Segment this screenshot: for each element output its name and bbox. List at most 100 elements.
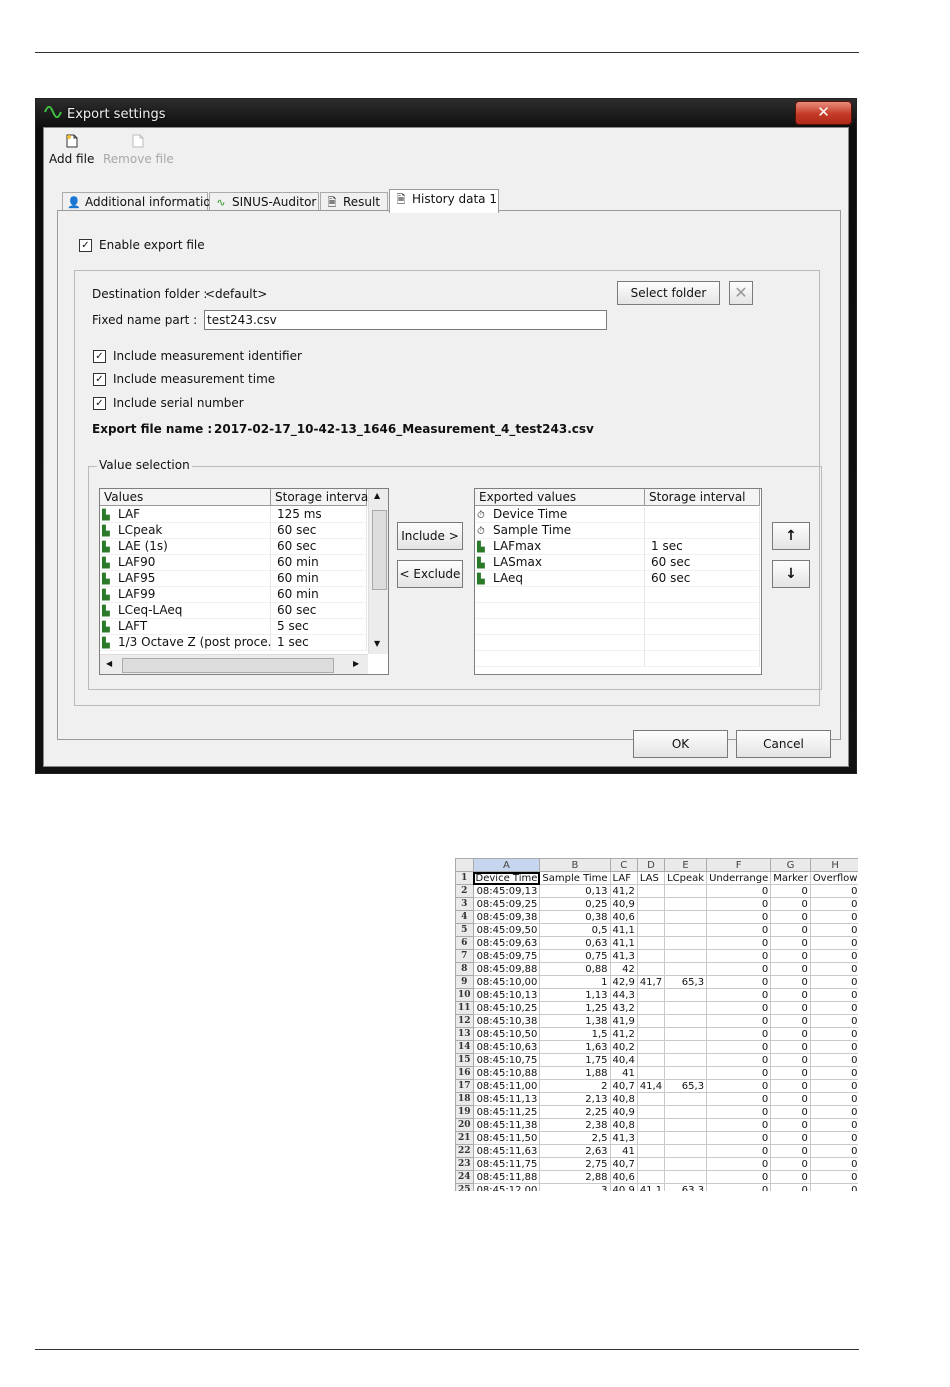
- ok-button[interactable]: OK: [633, 730, 728, 758]
- column-letter-header[interactable]: H: [809, 858, 858, 872]
- data-cell[interactable]: 40,7: [609, 1157, 638, 1171]
- data-cell[interactable]: 08:45:11,63: [472, 1144, 541, 1158]
- enable-export-checkbox[interactable]: ✓ Enable export file: [79, 238, 205, 252]
- data-cell[interactable]: 0: [770, 988, 811, 1002]
- data-cell[interactable]: 0: [809, 1053, 858, 1067]
- data-cell[interactable]: 08:45:10,63: [472, 1040, 541, 1054]
- column-letter-header[interactable]: B: [539, 858, 611, 872]
- row-number[interactable]: 12: [455, 1014, 474, 1028]
- data-cell[interactable]: [636, 1144, 666, 1158]
- exported-values-grid[interactable]: Exported values Storage interval ⏱ Device…: [474, 488, 762, 675]
- vertical-scrollbar[interactable]: ▲ ▼: [368, 489, 388, 654]
- header-cell[interactable]: Marker: [770, 871, 811, 885]
- data-cell[interactable]: 0: [770, 1014, 811, 1028]
- data-cell[interactable]: 08:45:09,88: [472, 962, 541, 976]
- checkbox-box[interactable]: ✓: [93, 396, 106, 410]
- data-cell[interactable]: [664, 1157, 708, 1171]
- data-cell[interactable]: 0: [770, 1079, 811, 1093]
- data-cell[interactable]: 08:45:09,13: [472, 884, 541, 898]
- header-cell[interactable]: Device Time: [472, 871, 541, 885]
- value-row[interactable]: ▙ LAF95 60 min: [100, 571, 367, 587]
- interval-column-header[interactable]: Storage interval: [271, 489, 372, 506]
- data-cell[interactable]: [664, 936, 708, 950]
- data-cell[interactable]: 41: [609, 1066, 638, 1080]
- data-cell[interactable]: [664, 988, 708, 1002]
- data-cell[interactable]: 0: [770, 1131, 811, 1145]
- column-letter-header[interactable]: F: [706, 858, 772, 872]
- data-cell[interactable]: 0: [706, 1157, 772, 1171]
- data-cell[interactable]: 08:45:09,75: [472, 949, 541, 963]
- data-cell[interactable]: 0: [770, 1053, 811, 1067]
- checkbox-box[interactable]: ✓: [79, 238, 92, 252]
- row-number[interactable]: 6: [455, 936, 474, 950]
- data-cell[interactable]: [664, 1053, 708, 1067]
- data-cell[interactable]: 41,3: [609, 949, 638, 963]
- data-cell[interactable]: 1,13: [539, 988, 611, 1002]
- scroll-right-arrow[interactable]: ▶: [353, 659, 359, 668]
- row-number[interactable]: 18: [455, 1092, 474, 1106]
- data-cell[interactable]: 0: [706, 923, 772, 937]
- data-cell[interactable]: 0: [706, 1001, 772, 1015]
- data-cell[interactable]: 0: [809, 962, 858, 976]
- tab-additional-information[interactable]: 👤 Additional information: [62, 192, 218, 212]
- header-cell[interactable]: Overflow: [809, 871, 858, 885]
- data-cell[interactable]: 08:45:10,25: [472, 1001, 541, 1015]
- data-cell[interactable]: 08:45:11,50: [472, 1131, 541, 1145]
- data-cell[interactable]: 0,75: [539, 949, 611, 963]
- row-number[interactable]: 24: [455, 1170, 474, 1184]
- data-cell[interactable]: 2,63: [539, 1144, 611, 1158]
- data-cell[interactable]: 0: [770, 1183, 811, 1191]
- move-down-button[interactable]: ↓: [772, 560, 810, 588]
- data-cell[interactable]: 1,88: [539, 1066, 611, 1080]
- header-cell[interactable]: Underrange: [706, 871, 772, 885]
- data-cell[interactable]: [664, 1131, 708, 1145]
- data-cell[interactable]: 41,1: [636, 1183, 666, 1191]
- data-cell[interactable]: 0: [770, 1027, 811, 1041]
- data-cell[interactable]: 0: [809, 988, 858, 1002]
- data-cell[interactable]: 40,2: [609, 1040, 638, 1054]
- data-cell[interactable]: 08:45:09,63: [472, 936, 541, 950]
- data-cell[interactable]: 0: [706, 910, 772, 924]
- data-cell[interactable]: 0: [809, 1014, 858, 1028]
- data-cell[interactable]: 41: [609, 1144, 638, 1158]
- data-cell[interactable]: 0: [706, 1053, 772, 1067]
- row-number[interactable]: 19: [455, 1105, 474, 1119]
- data-cell[interactable]: [664, 1027, 708, 1041]
- data-cell[interactable]: 0: [706, 1105, 772, 1119]
- data-cell[interactable]: 0: [770, 1118, 811, 1132]
- data-cell[interactable]: 08:45:11,75: [472, 1157, 541, 1171]
- data-cell[interactable]: 08:45:10,00: [472, 975, 541, 989]
- data-cell[interactable]: 2,38: [539, 1118, 611, 1132]
- exported-row[interactable]: ▙ LAeq 60 sec: [475, 571, 760, 587]
- data-cell[interactable]: [664, 1014, 708, 1028]
- data-cell[interactable]: 08:45:11,13: [472, 1092, 541, 1106]
- data-cell[interactable]: 2,75: [539, 1157, 611, 1171]
- row-number[interactable]: 23: [455, 1157, 474, 1171]
- data-cell[interactable]: [664, 884, 708, 898]
- select-folder-button[interactable]: Select folder: [617, 281, 720, 305]
- data-cell[interactable]: [636, 988, 666, 1002]
- value-row[interactable]: ▙ 1/3 Octave Z (post proce... 1 sec: [100, 635, 367, 651]
- row-number[interactable]: 11: [455, 1001, 474, 1015]
- exported-values-column-header[interactable]: Exported values: [475, 489, 645, 506]
- data-cell[interactable]: [636, 1053, 666, 1067]
- tab-result[interactable]: 🗎 Result: [320, 192, 388, 212]
- data-cell[interactable]: 41,4: [636, 1079, 666, 1093]
- data-cell[interactable]: 2,25: [539, 1105, 611, 1119]
- data-cell[interactable]: 0: [770, 923, 811, 937]
- data-cell[interactable]: 65,3: [664, 1079, 708, 1093]
- data-cell[interactable]: 0: [706, 988, 772, 1002]
- include-button[interactable]: Include >: [397, 522, 463, 550]
- data-cell[interactable]: 08:45:09,50: [472, 923, 541, 937]
- data-cell[interactable]: 08:45:11,00: [472, 1079, 541, 1093]
- data-cell[interactable]: 0: [706, 962, 772, 976]
- data-cell[interactable]: 08:45:10,75: [472, 1053, 541, 1067]
- scroll-left-arrow[interactable]: ◀: [106, 659, 112, 668]
- data-cell[interactable]: 0: [809, 1092, 858, 1106]
- data-cell[interactable]: 08:45:11,88: [472, 1170, 541, 1184]
- data-cell[interactable]: 1,38: [539, 1014, 611, 1028]
- row-number[interactable]: 2: [455, 884, 474, 898]
- data-cell[interactable]: 0: [809, 949, 858, 963]
- data-cell[interactable]: 0: [770, 1105, 811, 1119]
- header-cell[interactable]: Sample Time: [539, 871, 611, 885]
